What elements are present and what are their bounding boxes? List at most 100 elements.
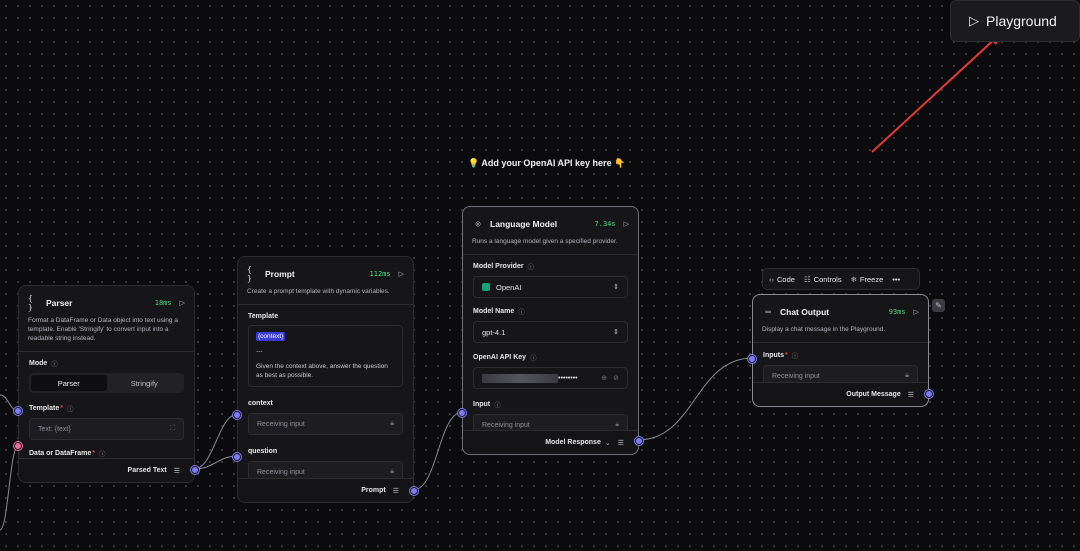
chat-run-time: 93ms [888,307,906,316]
prompt-run-time: 112ms [369,269,391,278]
llm-description: Runs a language model given a specified … [463,231,638,255]
prompt-output-label: Prompt [361,487,386,494]
info-icon: ⓘ [527,264,535,271]
prompt-output-handle[interactable] [410,487,418,495]
list-icon[interactable]: ☰ [908,391,914,399]
model-select[interactable]: gpt-4.1 ⇕ [473,321,628,343]
prompt-description: Create a prompt template with dynamic va… [238,281,413,305]
controls-icon: ☷ [803,274,811,284]
template-input[interactable]: Text: {text} ⛶ [29,418,184,440]
llm-output-handle[interactable] [635,437,643,445]
template-label: Template * ⓘ [29,404,74,414]
controls-button[interactable]: Controls [814,275,842,284]
more-options-icon[interactable]: ••• [892,275,900,284]
llm-run-time: 7.34s [594,219,616,228]
info-icon: ⓘ [791,353,799,360]
template-text: Given the context above, answer the ques… [256,363,388,379]
context-input-handle[interactable] [233,411,241,419]
context-label: context [248,399,273,407]
data-input-handle[interactable] [14,442,22,450]
list-icon[interactable]: ☰ [174,467,180,475]
eye-off-icon[interactable]: ⊘ [613,374,619,382]
mode-option-parser[interactable]: Parser [31,375,107,391]
provider-label: Model Provider ⓘ [473,262,535,272]
prompt-output: Prompt ☰ [238,478,413,502]
expand-icon[interactable]: ⛶ [170,425,175,433]
chat-title: Chat Output [780,306,830,317]
chat-output-label: Output Message [846,391,901,398]
parser-output-handle[interactable] [191,466,199,474]
info-icon: ⓘ [518,309,525,316]
run-icon[interactable]: ▷ [624,220,629,228]
api-key-note: 💡 Add your OpenAI API key here 👇 [468,158,626,168]
llm-output: Model Response ⌄ ☰ [463,430,638,454]
code-button[interactable]: Code [777,275,795,284]
parser-title: Parser [46,297,73,308]
braces-icon: { } [247,264,252,283]
parser-description: Format a DataFrame or Data object into t… [19,310,194,352]
prompt-title: Prompt [265,268,295,279]
parser-node[interactable]: { } Parser 18ms ▷ Format a DataFrame or … [14,285,199,483]
red-arrow-line [871,35,999,153]
question-label: question [248,447,278,455]
run-icon[interactable]: ▷ [399,270,404,278]
mode-label: Mode ⓘ [29,359,58,369]
chat-output-node[interactable]: ▭ Chat Output 93ms ▷ Display a chat mess… [748,294,933,407]
globe-icon[interactable]: ⊕ [601,374,607,382]
lock-icon: 🔒︎ [905,372,909,379]
edge-llm-to-chat [637,357,754,441]
llm-output-label: Model Response [545,439,601,446]
chat-description: Display a chat message in the Playground… [753,319,928,343]
openai-logo-icon [482,283,490,291]
edge-parser-to-question [193,455,239,470]
run-icon[interactable]: ▷ [914,308,919,316]
context-input[interactable]: Receiving input 🔒︎ [248,413,403,435]
list-icon[interactable]: ☰ [393,487,399,495]
parser-output-label: Parsed Text [127,467,167,474]
code-icon: ‹› [769,274,774,284]
edit-icon[interactable]: ✎ [932,299,945,312]
template-variable: {context} [256,332,286,341]
info-icon: ⓘ [494,402,501,409]
freeze-icon: ❄ [850,274,857,284]
playground-label: Playground [986,13,1057,29]
node-toolbar: ‹› Code ☷ Controls ❄ Freeze ••• [762,268,920,290]
lock-icon: 🔒︎ [390,420,394,427]
redacted-key [482,373,558,383]
playground-button[interactable]: ▷ Playground [950,0,1080,42]
play-icon: ▷ [969,13,979,28]
chevron-down-icon[interactable]: ⌄ [605,439,611,447]
mode-option-stringify[interactable]: Stringify [107,375,183,391]
list-icon[interactable]: ☰ [618,439,624,447]
prompt-node[interactable]: { } Prompt 112ms ▷ Create a prompt templ… [233,256,418,503]
edge-parser-to-context [193,413,239,470]
info-icon: ⓘ [51,361,58,368]
api-key-input[interactable]: •••••••• ⊕ ⊘ [473,367,628,389]
inputs-label: Inputs * ⓘ [763,351,799,361]
provider-select[interactable]: OpenAI ⇕ [473,276,628,298]
chat-input-handle[interactable] [748,355,756,363]
chat-output: Output Message ☰ [753,382,928,406]
lock-icon: 🔒︎ [390,468,394,475]
question-input-handle[interactable] [233,453,241,461]
api-key-label: OpenAI API Key ⓘ [473,353,537,363]
chevron-updown-icon: ⇕ [613,329,619,336]
freeze-button[interactable]: Freeze [860,275,883,284]
edge-left-to-data [0,445,19,531]
input-label: Input ⓘ [473,400,501,410]
template-separator: --- [256,348,263,355]
lock-icon: 🔒︎ [615,421,619,428]
llm-input-handle[interactable] [458,409,466,417]
edge-prompt-to-llm [412,411,464,491]
prompt-template-textarea[interactable]: {context} --- Given the context above, a… [248,325,403,387]
info-icon: ⓘ [98,451,106,458]
language-model-node[interactable]: ◎ Language Model 7.34s ▷ Runs a language… [458,206,643,455]
chat-output-handle[interactable] [925,390,933,398]
prompt-template-label: Template [248,312,279,320]
mode-toggle[interactable]: Parser Stringify [29,373,184,393]
model-name-label: Model Name ⓘ [473,307,525,317]
info-icon: ⓘ [66,406,74,413]
run-icon[interactable]: ▷ [180,299,185,307]
llm-title: Language Model [490,218,558,229]
template-input-handle[interactable] [14,407,22,415]
